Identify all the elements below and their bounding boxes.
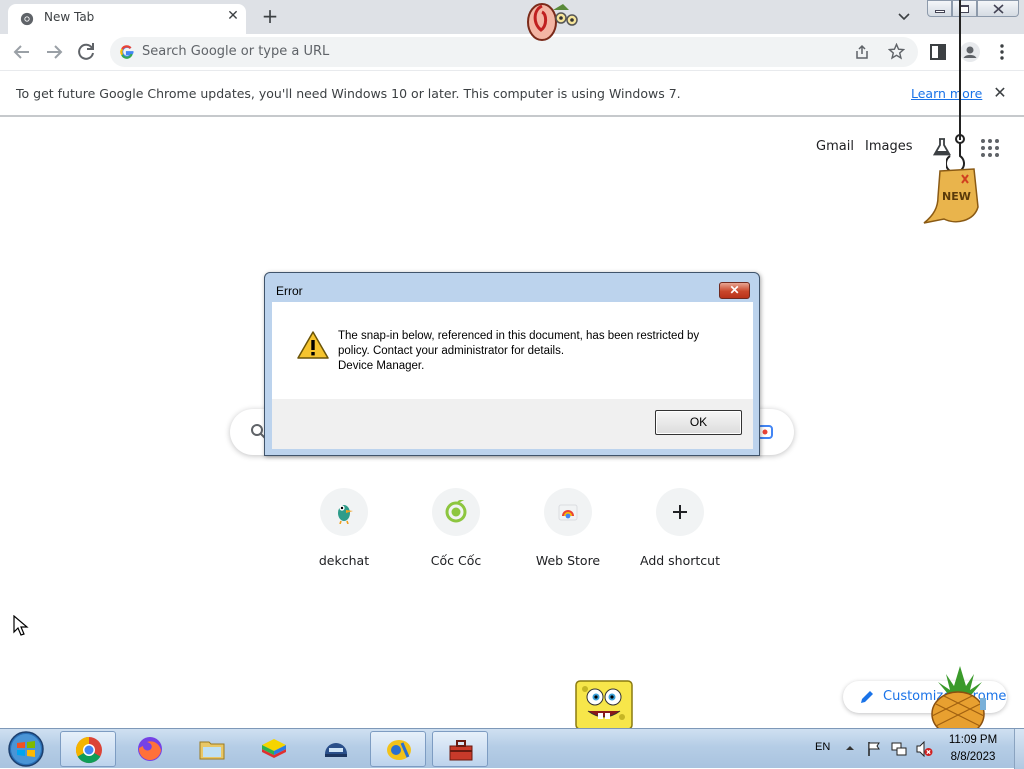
new-sign-text: NEW bbox=[942, 190, 971, 203]
window-controls bbox=[927, 0, 1019, 17]
firefox-icon bbox=[138, 737, 162, 761]
taskbar: EN 11:09 PM 8/8/2023 bbox=[0, 728, 1024, 769]
taskbar-chrome[interactable] bbox=[60, 731, 116, 767]
dialog-body: The snap-in below, referenced in this do… bbox=[272, 302, 753, 399]
taskbar-firefox[interactable] bbox=[122, 731, 178, 767]
plus-icon bbox=[673, 505, 687, 519]
new-sign-decoration: NEW bbox=[923, 168, 979, 224]
shortcut-dekchat[interactable]: dekchat bbox=[288, 486, 400, 576]
taskbar-bluestacks[interactable] bbox=[246, 731, 302, 767]
warning-icon bbox=[297, 331, 329, 359]
new-tab-button[interactable]: + bbox=[258, 5, 282, 29]
shortcut-tile bbox=[656, 488, 704, 536]
share-icon[interactable] bbox=[854, 44, 870, 60]
tab-search-chevron-icon[interactable] bbox=[894, 8, 914, 26]
spongebob-decoration bbox=[575, 680, 633, 729]
network-icon[interactable] bbox=[891, 741, 907, 757]
shortcut-webstore[interactable]: Web Store bbox=[512, 486, 624, 576]
dialog-close-button[interactable]: ✕ bbox=[719, 282, 750, 299]
images-link[interactable]: Images bbox=[865, 139, 913, 154]
tray-expand-icon[interactable] bbox=[845, 743, 855, 753]
shortcut-label: Cốc Cốc bbox=[430, 553, 482, 568]
taskbar-toolbox-app[interactable] bbox=[432, 731, 488, 767]
dialog-message: The snap-in below, referenced in this do… bbox=[338, 330, 700, 372]
folder-icon bbox=[199, 741, 225, 760]
shortcut-label: dekchat bbox=[318, 553, 370, 568]
toolbox-icon bbox=[449, 740, 473, 761]
tray-language[interactable]: EN bbox=[815, 741, 830, 753]
show-desktop-button[interactable] bbox=[1014, 729, 1024, 769]
gmail-link[interactable]: Gmail bbox=[816, 139, 854, 154]
tab-title: New Tab bbox=[44, 10, 95, 24]
hanging-string bbox=[959, 0, 961, 140]
reload-icon[interactable] bbox=[74, 40, 98, 64]
clock-time[interactable]: 11:09 PM bbox=[940, 734, 1006, 746]
close-x-icon bbox=[993, 4, 1004, 14]
omnibox-placeholder: Search Google or type a URL bbox=[142, 44, 330, 59]
chrome-favicon-icon bbox=[20, 12, 34, 26]
shortcut-coccoc[interactable]: Cốc Cốc bbox=[400, 486, 512, 576]
ok-button[interactable]: OK bbox=[655, 410, 742, 435]
webstore-icon bbox=[558, 504, 578, 521]
side-panel-icon[interactable] bbox=[926, 40, 950, 64]
tab-strip: New Tab ✕ + bbox=[0, 0, 1024, 34]
dialog-title: Error bbox=[276, 284, 303, 298]
profile-avatar-icon[interactable] bbox=[958, 40, 982, 64]
google-apps-grid-icon[interactable] bbox=[980, 138, 1000, 158]
browser-toolbar: Search Google or type a URL bbox=[0, 34, 1024, 71]
menu-kebab-icon[interactable] bbox=[990, 40, 1014, 64]
minimize-button[interactable] bbox=[927, 0, 952, 17]
shortcut-label: Web Store bbox=[535, 553, 601, 568]
shortcut-label: Add shortcut bbox=[640, 553, 720, 568]
dekchat-icon bbox=[338, 505, 353, 524]
shortcut-tile bbox=[320, 488, 368, 536]
mascot-decoration bbox=[527, 3, 578, 41]
infobar-close-icon[interactable]: ✕ bbox=[990, 83, 1010, 103]
infobar-message: To get future Google Chrome updates, you… bbox=[16, 86, 681, 101]
coccoc-icon bbox=[445, 500, 467, 523]
bluestacks-icon bbox=[262, 739, 286, 758]
mouse-cursor-icon bbox=[13, 615, 29, 636]
shortcut-tile bbox=[544, 488, 592, 536]
volume-muted-icon[interactable] bbox=[915, 741, 933, 757]
helmet-icon bbox=[325, 743, 347, 757]
start-button-icon[interactable] bbox=[6, 730, 46, 768]
pineapple-house-decoration bbox=[931, 666, 986, 730]
bookmark-star-icon[interactable] bbox=[888, 43, 905, 60]
chrome-icon bbox=[75, 736, 102, 764]
taskbar-media-app[interactable] bbox=[370, 731, 426, 767]
tab-close-icon[interactable]: ✕ bbox=[224, 7, 242, 25]
close-window-button[interactable] bbox=[977, 0, 1019, 17]
forward-arrow-icon[interactable] bbox=[42, 40, 66, 64]
google-g-icon bbox=[120, 45, 134, 59]
shortcut-tile bbox=[432, 488, 480, 536]
learn-more-link[interactable]: Learn more bbox=[911, 86, 982, 101]
omnibox[interactable]: Search Google or type a URL bbox=[110, 37, 918, 67]
back-arrow-icon[interactable] bbox=[10, 40, 34, 64]
restore-button[interactable] bbox=[952, 0, 977, 17]
shortcut-add[interactable]: Add shortcut bbox=[624, 486, 736, 576]
dialog-footer: OK bbox=[272, 399, 753, 449]
update-infobar: To get future Google Chrome updates, you… bbox=[0, 71, 1024, 117]
clock-date[interactable]: 8/8/2023 bbox=[940, 751, 1006, 763]
taskbar-explorer[interactable] bbox=[184, 731, 240, 767]
action-center-flag-icon[interactable] bbox=[866, 741, 882, 757]
pencil-icon bbox=[861, 691, 873, 703]
taskbar-helmet-app[interactable] bbox=[308, 731, 364, 767]
media-app-icon bbox=[387, 740, 411, 760]
tab-new-tab[interactable]: New Tab ✕ bbox=[8, 4, 246, 34]
error-dialog: Error ✕ The snap-in below, referenced in… bbox=[264, 272, 760, 456]
